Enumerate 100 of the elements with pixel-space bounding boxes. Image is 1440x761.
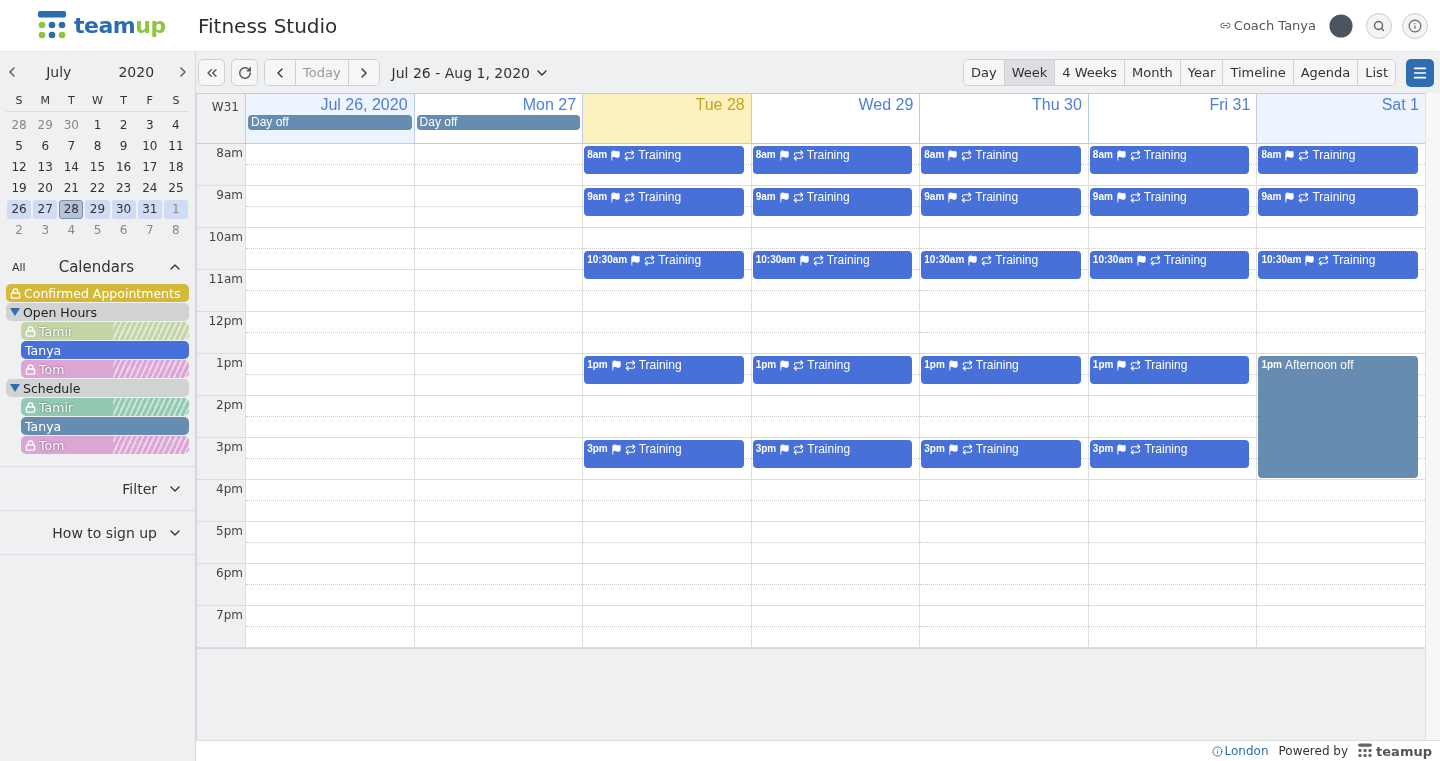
timezone-link[interactable]: London [1211,744,1269,758]
calendar-name: Tom [39,437,65,453]
calendar-folder[interactable]: Open Hours [6,303,189,321]
view-tab[interactable]: List [1357,60,1395,85]
calendar-item[interactable]: Tanya [21,417,189,435]
calendar-event[interactable]: 10:30am Training [752,251,913,279]
mini-calendar-day[interactable]: 14 [59,158,84,177]
calendar-event[interactable]: 1pm Training [752,356,913,384]
mini-calendar-day[interactable]: 30 [59,116,84,135]
mini-calendar-day[interactable]: 23 [111,179,136,198]
mini-calendar-day[interactable]: 16 [111,158,136,177]
collapsible-section[interactable]: Filter [0,467,195,511]
mini-calendar-day[interactable]: 7 [137,221,162,240]
mini-calendar-day[interactable]: 10 [137,137,162,156]
mini-calendar-day[interactable]: 6 [111,221,136,240]
mini-calendar-day[interactable]: 2 [111,116,136,135]
calendar-event[interactable]: 3pm Training [584,440,744,468]
all-day-event[interactable]: Day off [416,115,581,130]
mini-calendar-day[interactable]: 7 [59,137,84,156]
mini-calendar-day[interactable]: 6 [33,137,58,156]
mini-calendar-day[interactable]: 29 [33,116,58,135]
user-link[interactable]: Coach Tanya [1219,18,1316,33]
calendar-event[interactable]: 1pm Afternoon off [1258,356,1418,478]
refresh-button[interactable] [231,59,258,86]
day-label[interactable]: Mon 27 [416,96,581,114]
collapsible-section[interactable]: How to sign up [0,511,195,555]
menu-button[interactable] [1406,58,1434,87]
mini-calendar-day[interactable]: 18 [163,158,188,177]
day-label[interactable]: Thu 30 [922,96,1086,114]
lock-icon [10,287,21,299]
calendar-event[interactable]: 10:30am Training [921,251,1081,279]
day-label[interactable]: Sat 1 [1259,96,1423,114]
mini-calendar-day[interactable]: 8 [163,221,188,240]
event-title: Training [975,358,1019,372]
all-calendars-link[interactable]: All [12,260,26,274]
mini-calendar-day[interactable]: 20 [33,179,58,198]
mini-calendar-day[interactable]: 25 [163,179,188,198]
mini-calendar-day[interactable]: 28 [7,116,32,135]
date-range-picker[interactable]: Jul 26 - Aug 1, 2020 [385,64,556,81]
mini-calendar-day[interactable]: 31 [137,200,162,219]
mini-calendar-day[interactable]: 15 [85,158,110,177]
calendar-event[interactable]: 9am Training [752,188,913,216]
day-label[interactable]: Fri 31 [1090,96,1255,114]
calendar-event[interactable]: 8am Training [921,146,1081,174]
mini-calendar-day[interactable]: 4 [163,116,188,135]
all-day-event[interactable]: Day off [248,115,412,130]
mini-calendar-day[interactable]: 21 [59,179,84,198]
mini-calendar-day[interactable]: 26 [7,200,32,219]
calendar-item[interactable]: Tanya [21,341,189,359]
mini-calendar-day[interactable]: 13 [33,158,58,177]
calendar-name: Tanya [25,342,62,358]
mini-calendar-day[interactable]: 1 [85,116,110,135]
calendar-event[interactable]: 1pm Training [921,356,1081,384]
mini-calendar-day[interactable]: 9 [111,137,136,156]
event-time: 10:30am [587,253,628,267]
mini-calendar-day[interactable]: 29 [85,200,110,219]
calendar-event[interactable]: 1pm Training [1089,356,1250,384]
calendar-event[interactable]: 10:30am Training [1258,251,1418,279]
scrollbar[interactable] [1425,93,1440,740]
day-label[interactable]: Wed 29 [753,96,918,114]
year-label: 2020 [117,64,156,80]
day-label[interactable]: Jul 26, 2020 [248,96,412,114]
calendar-event[interactable]: 9am Training [1258,188,1418,216]
calendar-event[interactable]: 3pm Training [1089,440,1250,468]
mini-calendar-day[interactable]: 24 [137,179,162,198]
event-time: 10:30am [755,253,796,267]
mini-calendar-day[interactable]: 5 [85,221,110,240]
collapse-sidebar-button[interactable] [198,59,225,86]
calendar-event[interactable]: 3pm Training [921,440,1081,468]
calendar-event[interactable]: 8am Training [584,146,744,174]
mini-calendar-day[interactable]: 17 [137,158,162,177]
calendar-event[interactable]: 8am Training [1089,146,1250,174]
calendar-event[interactable]: 9am Training [584,188,744,216]
mini-calendar-day[interactable]: 30 [111,200,136,219]
info-button[interactable] [1402,12,1428,39]
mini-calendar-day[interactable]: 11 [163,137,188,156]
search-button[interactable] [1366,12,1392,39]
calendar-event[interactable]: 9am Training [921,188,1081,216]
calendar-folder[interactable]: Schedule [6,379,189,397]
mini-calendar-day[interactable]: 28 [59,200,84,219]
mini-calendar-day[interactable]: 19 [7,179,32,198]
mini-calendar-day[interactable]: 2 [7,221,32,240]
mini-calendar-day[interactable]: 5 [7,137,32,156]
mini-calendar-day[interactable]: 3 [33,221,58,240]
calendar-event[interactable]: 3pm Training [752,440,913,468]
view-tab[interactable]: Week [1003,60,1055,85]
calendar-event[interactable]: 1pm Training [584,356,744,384]
mini-calendar-day[interactable]: 27 [33,200,58,219]
calendar-event[interactable]: 10:30am Training [584,251,744,279]
calendar-event[interactable]: 8am Training [1258,146,1418,174]
calendar-event[interactable]: 10:30am Training [1089,251,1250,279]
mini-calendar-day[interactable]: 22 [85,179,110,198]
mini-calendar-day[interactable]: 3 [137,116,162,135]
calendar-event[interactable]: 9am Training [1089,188,1250,216]
mini-calendar-day[interactable]: 1 [163,200,188,219]
next-button[interactable] [347,60,379,85]
mini-calendar-day[interactable]: 12 [7,158,32,177]
calendar-event[interactable]: 8am Training [752,146,913,174]
mini-calendar-day[interactable]: 4 [59,221,84,240]
mini-calendar-day[interactable]: 8 [85,137,110,156]
